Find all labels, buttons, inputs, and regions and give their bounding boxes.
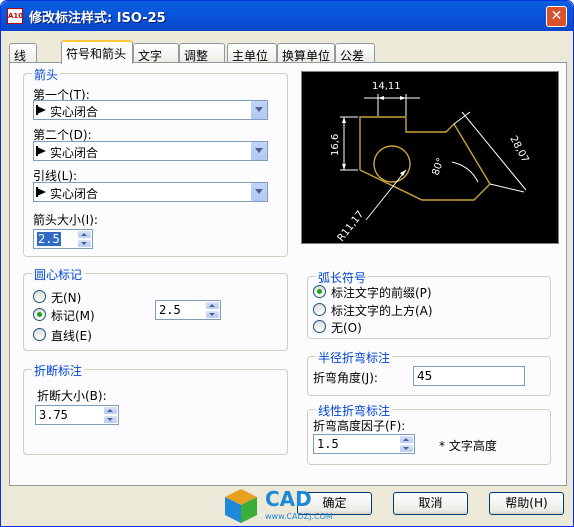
spin-down-icon[interactable] xyxy=(103,415,118,424)
dropdown-arrow-icon[interactable] xyxy=(250,183,267,201)
radio-selected-icon xyxy=(313,285,326,298)
radio-label: 无(O) xyxy=(331,321,362,335)
break-size-label: 折断大小(B): xyxy=(37,389,107,403)
jog-height-factor-label: 折弯高度因子(F): xyxy=(313,419,406,433)
dim-arrow-icon xyxy=(342,117,346,123)
jog-angle-label: 折弯角度(J): xyxy=(313,371,378,385)
dropdown-arrow-icon[interactable] xyxy=(250,142,267,160)
spin-down-icon[interactable] xyxy=(77,239,92,248)
spin-down-icon[interactable] xyxy=(205,310,220,319)
dimension-break-group-label: 折断标注 xyxy=(32,362,85,379)
close-button[interactable]: ✕ xyxy=(546,6,567,27)
radius-jog-group-label: 半径折弯标注 xyxy=(316,349,393,366)
leader-arrow-value: 实心闭合 xyxy=(50,187,99,201)
closed-filled-arrow-icon xyxy=(37,106,46,114)
center-mark-size-value: 2.5 xyxy=(159,303,181,317)
jog-height-factor-value: 1.5 xyxy=(317,437,339,451)
tab-symbols-arrows[interactable]: 符号和箭头 xyxy=(61,40,133,64)
tab-tolerances[interactable]: 公差 xyxy=(335,43,375,63)
tab-primary-units[interactable]: 主单位 xyxy=(227,43,277,63)
jog-angle-input[interactable]: 45 xyxy=(413,366,525,386)
radio-label: 无(N) xyxy=(51,291,82,305)
jog-angle-value: 45 xyxy=(417,369,433,383)
spin-up-icon[interactable] xyxy=(205,301,220,310)
tab-text[interactable]: 文字 xyxy=(133,43,179,63)
radio-circle-icon xyxy=(33,290,46,303)
arrow-size-label: 箭头大小(I): xyxy=(33,213,98,227)
radio-circle-icon xyxy=(33,328,46,341)
spin-up-icon[interactable] xyxy=(399,435,414,444)
radio-label: 标记(M) xyxy=(51,309,95,323)
dim-text-angle: 80° xyxy=(430,157,446,177)
radio-circle-icon xyxy=(313,320,326,333)
dim-text-height: 16,6 xyxy=(330,134,341,156)
arrowheads-group-label: 箭头 xyxy=(32,66,61,83)
center-mark-size-spinner[interactable]: 2.5 xyxy=(155,300,221,320)
window-title: 修改标注样式: ISO-25 xyxy=(29,11,166,26)
tab-lines[interactable]: 线 xyxy=(9,43,37,63)
dim-ext-line xyxy=(453,111,471,125)
dim-line-radius xyxy=(365,169,407,221)
dim-arrow-icon xyxy=(342,164,346,170)
dim-arc-angle xyxy=(451,161,479,183)
dialog-window: A10 修改标注样式: ISO-25 ✕ 线 符号和箭头 文字 调整 主单位 换… xyxy=(0,0,574,527)
dimension-preview-drawing: 14,11 16,6 28,07 80° R11,17 xyxy=(330,81,531,244)
dropdown-arrow-icon[interactable] xyxy=(250,101,267,119)
arrow-size-spinner[interactable]: 2.5 xyxy=(33,229,93,249)
dim-arrow-icon xyxy=(400,170,406,176)
jog-height-factor-spinner[interactable]: 1.5 xyxy=(313,434,415,454)
second-arrow-select[interactable]: 实心闭合 xyxy=(33,141,268,161)
title-bar[interactable]: A10 修改标注样式: ISO-25 ✕ xyxy=(1,1,573,31)
dim-ext-line xyxy=(489,183,525,193)
dim-arrow-icon xyxy=(400,96,406,100)
spin-up-icon[interactable] xyxy=(77,230,92,239)
tab-alternate-units[interactable]: 换算单位 xyxy=(277,43,335,63)
autocad-app-icon: A10 xyxy=(7,8,23,24)
break-size-value: 3.75 xyxy=(39,408,68,422)
watermark-url: www.CADZJ.COM xyxy=(265,512,333,521)
radio-selected-icon xyxy=(33,308,46,321)
text-height-suffix: * 文字高度 xyxy=(439,439,497,453)
tab-fit[interactable]: 调整 xyxy=(179,43,225,63)
dim-text-aligned: 28,07 xyxy=(507,134,530,164)
radio-label: 标注文字的上方(A) xyxy=(331,304,433,318)
cube-logo-icon xyxy=(225,489,257,523)
arrow-size-value: 2.5 xyxy=(37,232,61,246)
dim-text-width: 14,11 xyxy=(372,81,401,92)
preview-outline xyxy=(359,116,491,201)
cancel-button[interactable]: 取消 xyxy=(393,492,468,515)
leader-arrow-select[interactable]: 实心闭合 xyxy=(33,182,268,202)
radio-label: 标注文字的前缀(P) xyxy=(331,286,432,300)
cadzj-watermark-logo: CAD www.CADZJ.COM xyxy=(221,485,371,525)
spin-up-icon[interactable] xyxy=(103,406,118,415)
center-marks-group-label: 圆心标记 xyxy=(32,266,85,283)
first-arrow-select[interactable]: 实心闭合 xyxy=(33,100,268,120)
watermark-brand: CAD xyxy=(265,487,312,511)
radio-circle-icon xyxy=(313,303,326,316)
closed-filled-arrow-icon xyxy=(37,188,46,196)
preview-circle xyxy=(373,145,411,183)
dim-text-radius: R11,17 xyxy=(336,209,367,244)
first-arrow-value: 实心闭合 xyxy=(50,105,99,119)
radio-label: 直线(E) xyxy=(51,329,92,343)
spin-down-icon[interactable] xyxy=(399,444,414,453)
preview-pane: 14,11 16,6 28,07 80° R11,17 xyxy=(301,71,559,244)
closed-filled-arrow-icon xyxy=(37,147,46,155)
break-size-spinner[interactable]: 3.75 xyxy=(35,405,119,425)
dim-arrow-icon xyxy=(378,96,384,100)
help-button[interactable]: 帮助(H) xyxy=(489,492,564,515)
second-arrow-value: 实心闭合 xyxy=(50,146,99,160)
